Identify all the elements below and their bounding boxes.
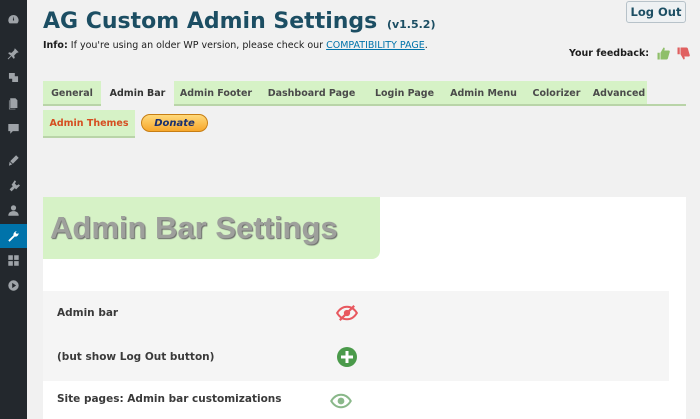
media-icon[interactable] — [0, 66, 27, 88]
setting-row-site-pages: Site pages: Admin bar customizations — [43, 381, 669, 419]
info-end: . — [424, 40, 428, 51]
info-label: Info: — [43, 40, 68, 51]
feedback-area: Your feedback: — [569, 45, 691, 61]
info-text: If you're using an older WP version, ple… — [67, 40, 327, 51]
tools-icon[interactable] — [0, 224, 27, 248]
users-icon[interactable] — [0, 199, 27, 221]
dashboard-icon[interactable] — [0, 8, 27, 30]
pin-icon[interactable] — [0, 42, 27, 64]
wp-admin-sidebar — [0, 0, 27, 419]
comments-icon[interactable] — [0, 117, 27, 139]
page-title-text: AG Custom Admin Settings — [43, 9, 378, 34]
tab-admin-menu[interactable]: Admin Menu — [444, 81, 523, 105]
logout-button[interactable]: Log Out — [626, 1, 686, 23]
setting-row-admin-bar: Admin bar — [43, 291, 669, 335]
admin-bar-settings-box: Admin bar (but show Log Out button) — [43, 291, 669, 381]
version-label: (v1.5.2) — [386, 18, 436, 31]
settings-panel: Admin Bar Settings Admin bar (but show L… — [43, 197, 686, 419]
tab-colorizer[interactable]: Colorizer — [523, 81, 590, 105]
pages-icon[interactable] — [0, 92, 27, 114]
settings-tabs: General Admin Bar Admin Footer Dashboard… — [43, 81, 686, 106]
plus-circle-icon[interactable] — [334, 345, 360, 369]
tab-admin-themes[interactable]: Admin Themes — [43, 110, 135, 138]
tab-admin-bar[interactable]: Admin Bar — [101, 81, 174, 106]
plugins-icon[interactable] — [0, 174, 27, 196]
setting-label: (but show Log Out button) — [57, 351, 215, 363]
setting-label: Admin bar — [57, 307, 119, 319]
thumbs-up-icon[interactable] — [655, 45, 671, 61]
eye-icon[interactable] — [328, 391, 354, 411]
donate-button[interactable]: Donate — [141, 114, 208, 132]
tab-dashboard-page[interactable]: Dashboard Page — [258, 81, 365, 105]
tab-general[interactable]: General — [43, 81, 101, 105]
compatibility-link[interactable]: COMPATIBILITY PAGE — [326, 40, 425, 51]
page-title: AG Custom Admin Settings (v1.5.2) — [43, 9, 435, 34]
play-icon[interactable] — [0, 274, 27, 296]
hidden-eye-icon[interactable] — [334, 301, 360, 325]
setting-row-show-logout: (but show Log Out button) — [43, 335, 669, 379]
tab-admin-footer[interactable]: Admin Footer — [174, 81, 258, 105]
tab-login-page[interactable]: Login Page — [365, 81, 444, 105]
setting-label: Site pages: Admin bar customizations — [57, 393, 282, 405]
tab-advanced[interactable]: Advanced — [590, 81, 648, 105]
section-header: Admin Bar Settings — [43, 197, 380, 259]
settings-icon[interactable] — [0, 249, 27, 271]
info-line: Info: If you're using an older WP versio… — [43, 40, 428, 51]
section-title: Admin Bar Settings — [50, 210, 338, 245]
appearance-icon[interactable] — [0, 149, 27, 171]
thumbs-down-icon[interactable] — [675, 45, 691, 61]
feedback-label: Your feedback: — [569, 47, 650, 59]
